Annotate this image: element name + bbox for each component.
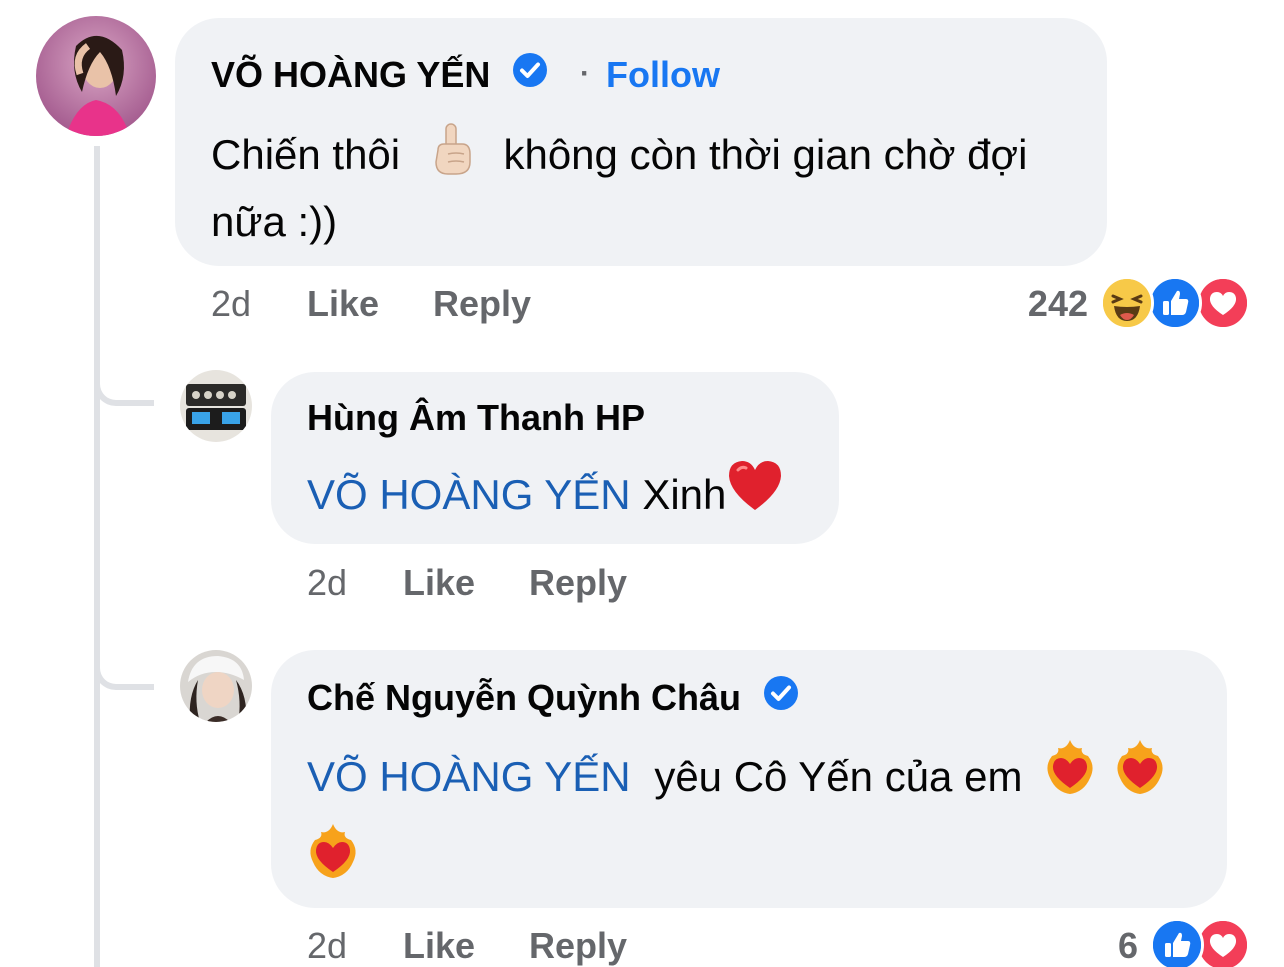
reply-button[interactable]: Reply (433, 283, 531, 325)
comment-time[interactable]: 2d (307, 562, 347, 604)
heart-on-fire-emoji-icon (1044, 738, 1096, 814)
comment-time[interactable]: 2d (211, 283, 251, 325)
love-reaction-icon (1196, 276, 1250, 330)
comment-text-part: yêu Cô Yến của em (654, 753, 1023, 801)
mention-link[interactable]: VÕ HOÀNG YẾN (307, 753, 631, 800)
comment-time[interactable]: 2d (307, 925, 347, 967)
comment-author[interactable]: Chế Nguyễn Quỳnh Châu (307, 675, 799, 723)
reply-button[interactable]: Reply (529, 925, 627, 967)
like-button[interactable]: Like (403, 925, 475, 967)
comment-text: VÕ HOÀNG YẾN yêu Cô Yến của em (307, 740, 1166, 818)
comment-text-part: Chiến thôi (211, 131, 401, 179)
comment-author[interactable]: Hùng Âm Thanh HP (307, 397, 645, 439)
reply-branch-connector (94, 658, 154, 690)
thread-line (94, 146, 100, 967)
comment-author[interactable]: VÕ HOÀNG YẾN (211, 52, 548, 100)
comment-text: VÕ HOÀNG YẾN Xinh (307, 461, 784, 534)
author-name[interactable]: VÕ HOÀNG YẾN (211, 54, 490, 95)
reaction-summary[interactable] (1150, 918, 1250, 967)
heart-on-fire-emoji-icon (307, 822, 359, 898)
comment-text-line (307, 822, 359, 898)
comment-text-line: nữa :)) (211, 198, 338, 245)
like-button[interactable]: Like (403, 562, 475, 604)
reaction-count[interactable]: 6 (1090, 925, 1138, 967)
avatar[interactable] (36, 16, 156, 136)
like-button[interactable]: Like (307, 283, 379, 325)
pointing-up-emoji-icon (430, 122, 474, 194)
like-reaction-icon (1148, 276, 1202, 330)
avatar[interactable] (180, 650, 252, 722)
author-name[interactable]: Chế Nguyễn Quỳnh Châu (307, 677, 741, 718)
verified-badge-icon (763, 675, 799, 720)
reaction-summary[interactable] (1100, 276, 1250, 330)
avatar[interactable] (180, 370, 252, 442)
red-heart-emoji-icon (726, 458, 784, 530)
verified-badge-icon (512, 52, 548, 97)
heart-on-fire-emoji-icon (1114, 738, 1166, 814)
haha-reaction-icon (1100, 276, 1154, 330)
separator-dot: · (580, 57, 590, 90)
like-reaction-icon (1150, 918, 1204, 967)
comment-text-part: không còn thời gian chờ đợi (503, 131, 1028, 179)
reaction-count[interactable]: 242 (990, 283, 1088, 325)
follow-button[interactable]: Follow (606, 54, 720, 96)
reply-button[interactable]: Reply (529, 562, 627, 604)
comment-text: Chiến thôi không còn thời gian chờ đợi (211, 122, 1091, 194)
reply-branch-connector (94, 374, 154, 406)
mention-link[interactable]: VÕ HOÀNG YẾN (307, 471, 631, 518)
love-reaction-icon (1196, 918, 1250, 967)
comment-text-part: Xinh (642, 471, 727, 519)
